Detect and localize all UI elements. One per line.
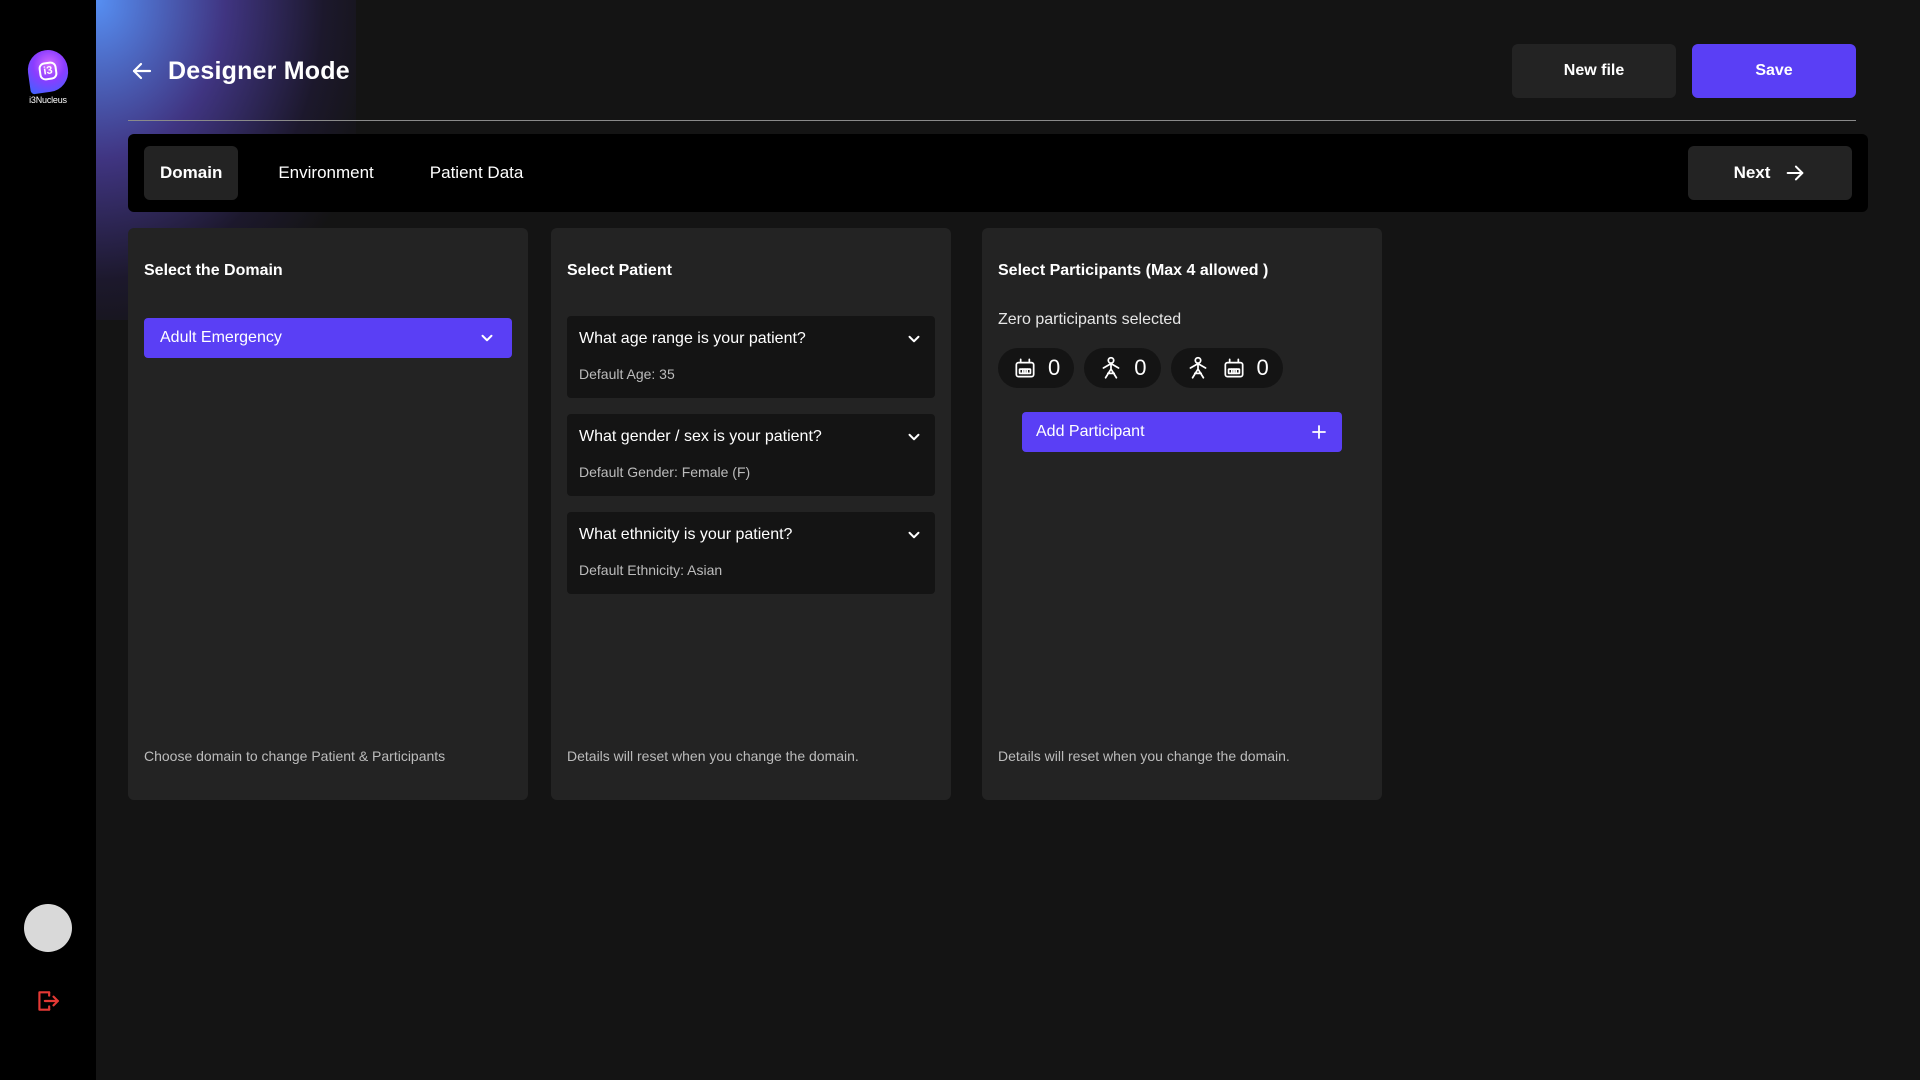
chevron-down-icon	[908, 433, 920, 441]
logo-text: i3Nucleus	[29, 95, 67, 105]
header: Designer Mode New file Save	[128, 44, 1856, 98]
new-file-button[interactable]: New file	[1512, 44, 1676, 98]
patient-panel-footer: Details will reset when you change the d…	[567, 748, 859, 764]
tab-environment[interactable]: Environment	[262, 146, 389, 200]
tab-domain[interactable]: Domain	[144, 146, 239, 200]
domain-panel: Select the Domain Adult Emergency Choose…	[128, 228, 528, 800]
back-arrow-icon[interactable]	[128, 57, 156, 85]
robot-icon	[1015, 358, 1035, 378]
person-count: 0	[1134, 355, 1147, 380]
age-question: What age range is your patient?	[579, 330, 806, 347]
logo-icon: i3	[25, 47, 71, 95]
ethnicity-default: Default Ethnicity: Asian	[579, 562, 723, 578]
logo-glyph: i3	[37, 60, 59, 82]
next-button[interactable]: Next	[1688, 146, 1852, 200]
chevron-down-icon	[908, 335, 920, 343]
patient-panel: Select Patient What age range is your pa…	[551, 228, 951, 800]
logout-icon[interactable]	[34, 988, 60, 1014]
chevron-down-icon	[908, 531, 920, 539]
tab-bar: Domain Environment Patient Data Next	[128, 134, 1868, 212]
chevron-down-icon	[481, 334, 493, 342]
age-default: Default Age: 35	[579, 366, 675, 382]
domain-panel-title: Select the Domain	[144, 262, 283, 279]
robot-counter[interactable]: 0	[998, 348, 1075, 388]
tab-patient-data[interactable]: Patient Data	[414, 146, 540, 200]
person-counter[interactable]: 0	[1084, 348, 1161, 388]
ethnicity-question: What ethnicity is your patient?	[579, 526, 793, 543]
avatar[interactable]	[24, 904, 72, 952]
gender-default: Default Gender: Female (F)	[579, 464, 751, 480]
domain-panel-footer: Choose domain to change Patient & Partic…	[144, 748, 446, 764]
participants-panel-footer: Details will reset when you change the d…	[998, 748, 1290, 764]
robot-icon	[1223, 358, 1244, 378]
header-actions: New file Save	[1512, 44, 1856, 98]
gender-accordion[interactable]: What gender / sex is your patient? Defau…	[567, 414, 935, 496]
add-participant-button[interactable]: Add Participant	[1022, 412, 1342, 452]
participants-panel-title: Select Participants (Max 4 allowed )	[998, 262, 1269, 279]
save-button[interactable]: Save	[1692, 44, 1856, 98]
ethnicity-accordion[interactable]: What ethnicity is your patient? Default …	[567, 512, 935, 594]
domain-select-value: Adult Emergency	[160, 329, 282, 346]
page-title: Designer Mode	[168, 56, 350, 85]
participant-counters: 0 0 0	[998, 348, 1283, 388]
next-label: Next	[1733, 163, 1771, 182]
add-participant-label: Add Participant	[1036, 423, 1145, 440]
app-logo[interactable]: i3 i3Nucleus	[25, 47, 71, 105]
sidebar: i3 i3Nucleus	[0, 0, 96, 1080]
plus-icon	[1312, 425, 1326, 439]
person-icon	[1189, 356, 1206, 379]
patient-panel-title: Select Patient	[567, 262, 672, 279]
age-accordion[interactable]: What age range is your patient? Default …	[567, 316, 935, 398]
person-robot-counter[interactable]: 0	[1170, 348, 1283, 388]
person-icon	[1102, 356, 1120, 379]
robot-count: 0	[1048, 355, 1061, 380]
participants-status: Zero participants selected	[998, 311, 1182, 328]
domain-select[interactable]: Adult Emergency	[144, 318, 512, 358]
gender-question: What gender / sex is your patient?	[579, 428, 822, 445]
arrow-right-icon	[1787, 165, 1804, 181]
header-divider	[128, 120, 1856, 121]
participants-panel: Select Participants (Max 4 allowed ) Zer…	[982, 228, 1382, 800]
person-robot-count: 0	[1256, 355, 1269, 380]
